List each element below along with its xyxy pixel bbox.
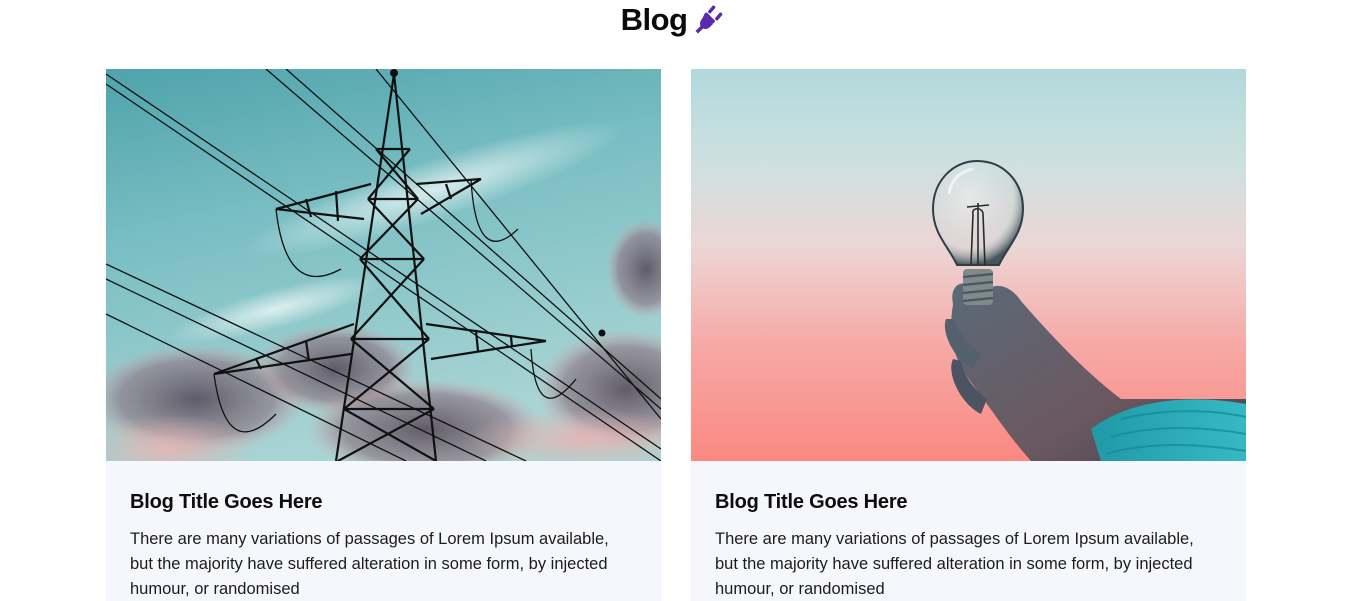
blog-card-title[interactable]: Blog Title Goes Here: [715, 489, 1222, 515]
blog-card-body: Blog Title Goes Here There are many vari…: [691, 461, 1246, 601]
blog-card-title[interactable]: Blog Title Goes Here: [130, 489, 637, 515]
blog-card-body: Blog Title Goes Here There are many vari…: [106, 461, 661, 601]
blog-card-list: Blog Title Goes Here There are many vari…: [106, 69, 1246, 601]
light-bulb-image[interactable]: [691, 69, 1246, 461]
blog-card[interactable]: Blog Title Goes Here There are many vari…: [691, 69, 1246, 601]
blog-card[interactable]: Blog Title Goes Here There are many vari…: [106, 69, 661, 601]
section-header: Blog: [0, 0, 1346, 40]
blog-card-excerpt: There are many variations of passages of…: [715, 530, 1194, 598]
power-tower-image[interactable]: [106, 69, 661, 461]
section-title: Blog: [620, 2, 688, 37]
plug-icon: [693, 3, 725, 35]
blog-section: Blog Blog Title Goes Here There are many…: [0, 0, 1346, 601]
blog-card-excerpt: There are many variations of passages of…: [130, 530, 609, 598]
